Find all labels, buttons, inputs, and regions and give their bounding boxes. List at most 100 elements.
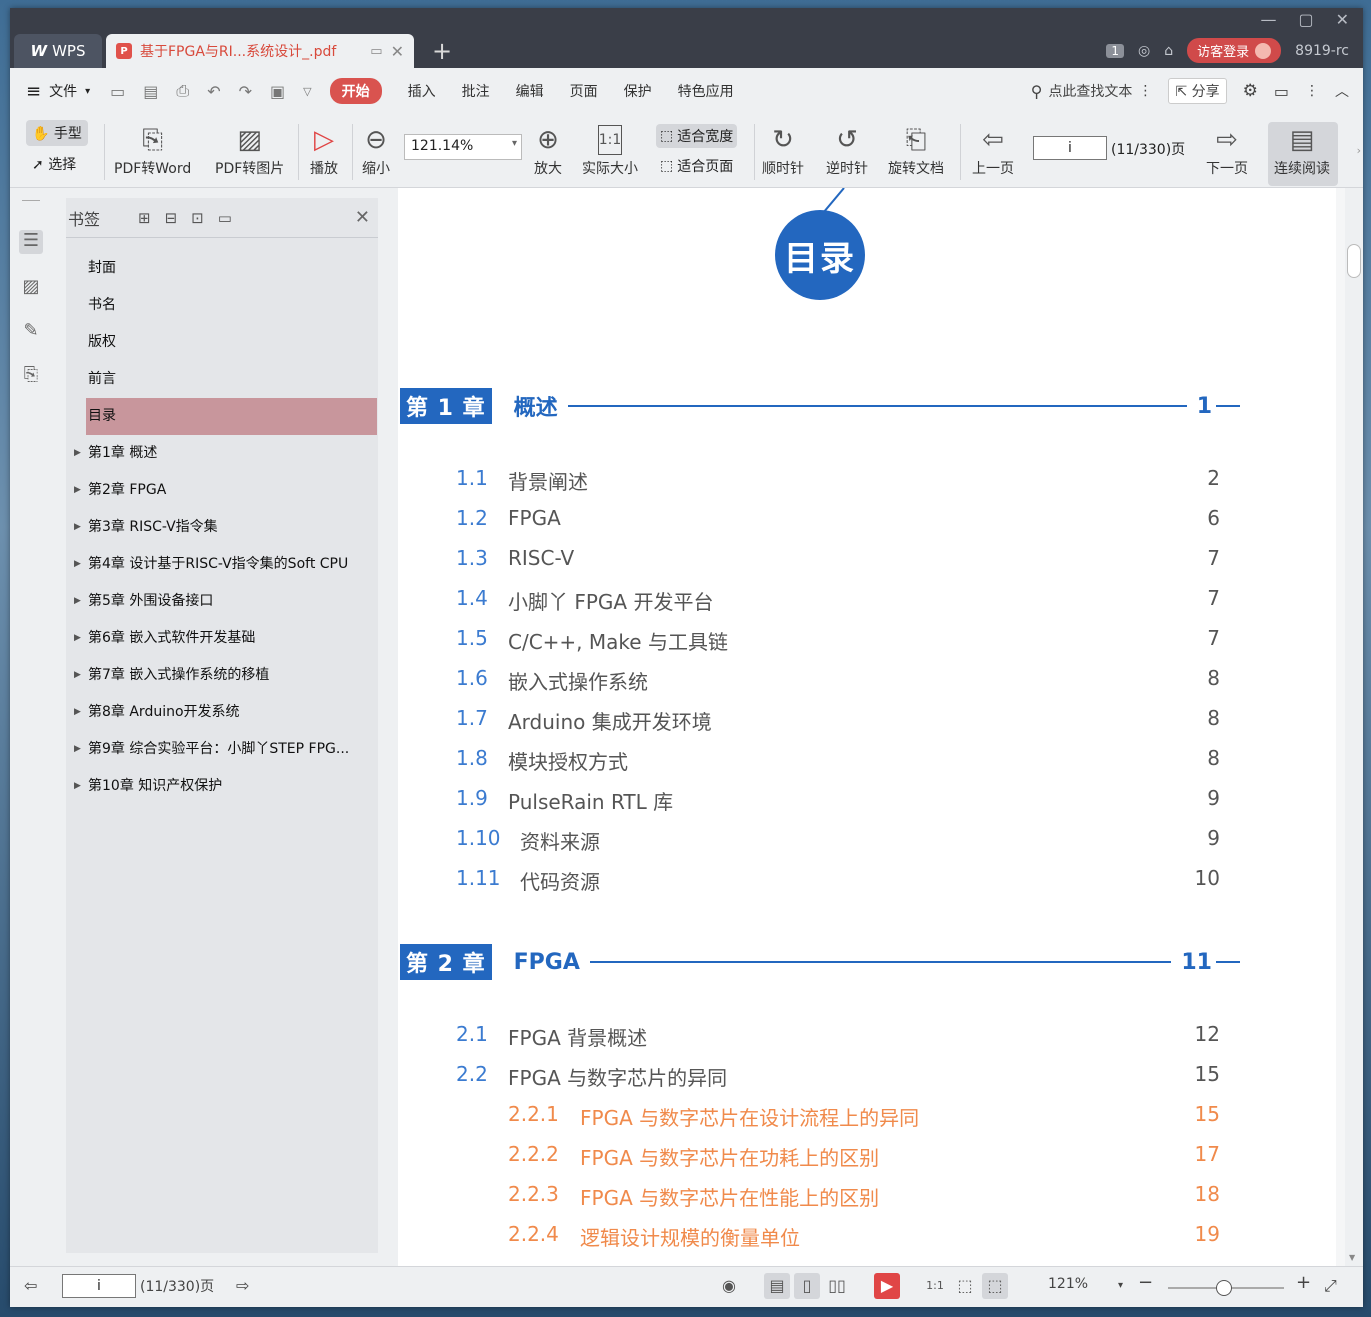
expand-bookmark-icon[interactable]: ⊡ [191, 209, 204, 227]
prev-page-button[interactable]: ⇦ 上一页 [972, 122, 1014, 178]
close-tab-icon[interactable]: ✕ [391, 42, 404, 61]
menu-tab-annotate[interactable]: 批注 [462, 81, 490, 101]
menu-tab-protect[interactable]: 保护 [624, 81, 652, 101]
toc-entry[interactable]: 1.9 PulseRain RTL 库 9 [456, 786, 1220, 815]
chapter-heading[interactable]: 第 2 章 FPGA 11 [400, 944, 1240, 980]
continuous-view-icon[interactable]: ▤ [764, 1273, 790, 1299]
pdf-to-image-button[interactable]: ▨ PDF转图片 [215, 122, 284, 178]
toc-entry[interactable]: 1.1 背景阐述 2 [456, 466, 1220, 495]
expand-triangle-icon[interactable]: ▶ [74, 768, 81, 805]
chevron-down-icon[interactable]: ▾ [1118, 1280, 1123, 1291]
bookmark-item[interactable]: ▶ 第4章 设计基于RISC-V指令集的Soft CPU [66, 546, 378, 583]
fit-page-icon[interactable]: ⬚ [952, 1273, 978, 1299]
more-chevron-icon[interactable]: ▽ [303, 85, 311, 98]
zoom-out-button[interactable]: ⊖ 缩小 [362, 122, 390, 178]
fit-width-icon[interactable]: ⬚ [982, 1273, 1008, 1299]
pdf-to-word-button[interactable]: ⎘ PDF转Word [114, 122, 191, 178]
actual-size-button[interactable]: 1:1 实际大小 [582, 122, 638, 178]
scroll-down-icon[interactable]: ▼ [1349, 1253, 1355, 1262]
zoom-out-icon[interactable]: − [1138, 1272, 1153, 1293]
play-slideshow-icon[interactable]: ▶ [874, 1273, 900, 1299]
expand-triangle-icon[interactable]: ▶ [74, 731, 81, 768]
login-button[interactable]: 访客登录 [1187, 38, 1282, 63]
two-page-icon[interactable]: ▯▯ [824, 1273, 850, 1299]
continuous-reading-button[interactable]: ▤ 连续阅读 [1268, 122, 1338, 186]
bookmark-item[interactable]: ▶ 第1章 概述 [66, 435, 378, 472]
toc-subentry[interactable]: 2.2.4 逻辑设计规模的衡量单位 19 [508, 1222, 1220, 1251]
minimize-icon[interactable]: — [1260, 10, 1276, 29]
thumbnail-icon[interactable]: ▨ [19, 276, 43, 300]
close-panel-icon[interactable]: ✕ [355, 207, 376, 228]
zoom-slider[interactable] [1168, 1280, 1284, 1296]
search-text-button[interactable]: ⚲ 点此查找文本 ⋮ [1031, 81, 1153, 101]
expand-triangle-icon[interactable]: ▶ [74, 620, 81, 657]
fit-width-button[interactable]: ⬚ 适合宽度 [656, 124, 738, 148]
undo-icon[interactable]: ↶ [207, 82, 220, 101]
fit-page-button[interactable]: ⬚ 适合页面 [660, 156, 733, 176]
open-folder-icon[interactable]: ▭ [110, 82, 125, 101]
rotate-counterclockwise-button[interactable]: ↺ 逆时针 [826, 122, 868, 178]
bookmark-item[interactable]: ▶ 第7章 嵌入式操作系统的移植 [66, 657, 378, 694]
eye-care-icon[interactable]: ◉ [716, 1273, 742, 1299]
menu-tab-page[interactable]: 页面 [570, 81, 598, 101]
drag-handle[interactable] [22, 200, 40, 201]
redo-icon[interactable]: ↷ [239, 82, 252, 101]
expand-triangle-icon[interactable]: ▶ [74, 546, 81, 583]
toc-entry[interactable]: 2.2 FPGA 与数字芯片的异同 15 [456, 1062, 1220, 1091]
toc-entry[interactable]: 1.7 Arduino 集成开发环境 8 [456, 706, 1220, 735]
bookmark-item[interactable]: 目录 [86, 398, 377, 435]
bookmark-panel-icon[interactable]: ☰ [19, 230, 43, 254]
collapse-ribbon-icon[interactable]: ︿ [1335, 81, 1349, 101]
panel-scrollbar[interactable] [388, 188, 398, 1266]
expand-triangle-icon[interactable]: ▶ [74, 583, 81, 620]
signature-icon[interactable]: ⎘ [19, 364, 43, 388]
file-menu[interactable]: ≡ 文件 ▾ [26, 81, 90, 102]
add-bookmark-icon[interactable]: ⊞ [138, 209, 151, 227]
zoom-slider-knob[interactable] [1215, 1280, 1232, 1296]
toc-entry[interactable]: 1.10 资料来源 9 [456, 826, 1220, 855]
gear-icon[interactable]: ⚙ [1243, 81, 1258, 101]
toc-entry[interactable]: 1.6 嵌入式操作系统 8 [456, 666, 1220, 695]
expand-triangle-icon[interactable]: ▶ [74, 657, 81, 694]
menu-tab-edit[interactable]: 编辑 [516, 81, 544, 101]
bookmark-item[interactable]: ▶ 第10章 知识产权保护 [66, 768, 378, 805]
zoom-select[interactable]: 121.14% ▾ [404, 134, 522, 160]
bookmark-item[interactable]: 前言 [66, 361, 378, 398]
add-sub-bookmark-icon[interactable]: ⊟ [165, 209, 178, 227]
expand-triangle-icon[interactable]: ▶ [74, 509, 81, 546]
next-page-button[interactable]: ⇨ 下一页 [1206, 122, 1248, 178]
document-scrollbar[interactable]: ▼ [1345, 188, 1363, 1266]
export-icon[interactable]: ▣ [270, 82, 285, 101]
hand-tool-button[interactable]: ✋ 手型 [26, 120, 88, 146]
annotation-icon[interactable]: ✎ [19, 320, 43, 344]
menu-tab-features[interactable]: 特色应用 [678, 81, 734, 101]
new-tab-button[interactable]: + [432, 37, 452, 65]
more-options-icon[interactable]: ⋮ [1305, 83, 1319, 99]
expand-triangle-icon[interactable]: ▶ [74, 694, 81, 731]
expand-triangle-icon[interactable]: ▶ [74, 435, 81, 472]
page-number-input[interactable]: i [1033, 136, 1107, 160]
single-page-icon[interactable]: ▯ [794, 1273, 820, 1299]
bookmark-item[interactable]: ▶ 第9章 综合实验平台：小脚丫STEP FPG... [66, 731, 378, 768]
rotate-document-button[interactable]: ⎗ 旋转文档 [888, 122, 944, 178]
bookmark-item[interactable]: ▶ 第5章 外围设备接口 [66, 583, 378, 620]
zoom-percent[interactable]: 121% [1048, 1276, 1088, 1292]
status-page-input[interactable]: i [62, 1274, 136, 1298]
toc-subentry[interactable]: 2.2.1 FPGA 与数字芯片在设计流程上的异同 15 [508, 1102, 1220, 1131]
scrollbar-thumb[interactable] [1347, 244, 1361, 278]
menu-tab-insert[interactable]: 插入 [408, 81, 436, 101]
toc-entry[interactable]: 1.5 C/C++, Make 与工具链 7 [456, 626, 1220, 655]
select-tool-button[interactable]: ➚ 选择 [32, 154, 76, 174]
tab-wps-home[interactable]: W WPS [14, 34, 102, 68]
bookmark-item[interactable]: ▶ 第3章 RISC-V指令集 [66, 509, 378, 546]
close-window-icon[interactable]: ✕ [1336, 10, 1349, 29]
toc-entry[interactable]: 1.4 小脚丫 FPGA 开发平台 7 [456, 586, 1220, 615]
rotate-clockwise-button[interactable]: ↻ 顺时针 [762, 122, 804, 178]
toc-entry[interactable]: 2.1 FPGA 背景概述 12 [456, 1022, 1220, 1051]
window-counter-badge[interactable]: 1 [1106, 43, 1125, 58]
expand-triangle-icon[interactable]: ▶ [74, 472, 81, 509]
theme-icon[interactable]: ◎ [1138, 43, 1150, 59]
toc-entry[interactable]: 1.8 模块授权方式 8 [456, 746, 1220, 775]
print-icon[interactable]: ⎙ [176, 81, 189, 101]
comment-icon[interactable]: ▭ [1274, 82, 1289, 101]
